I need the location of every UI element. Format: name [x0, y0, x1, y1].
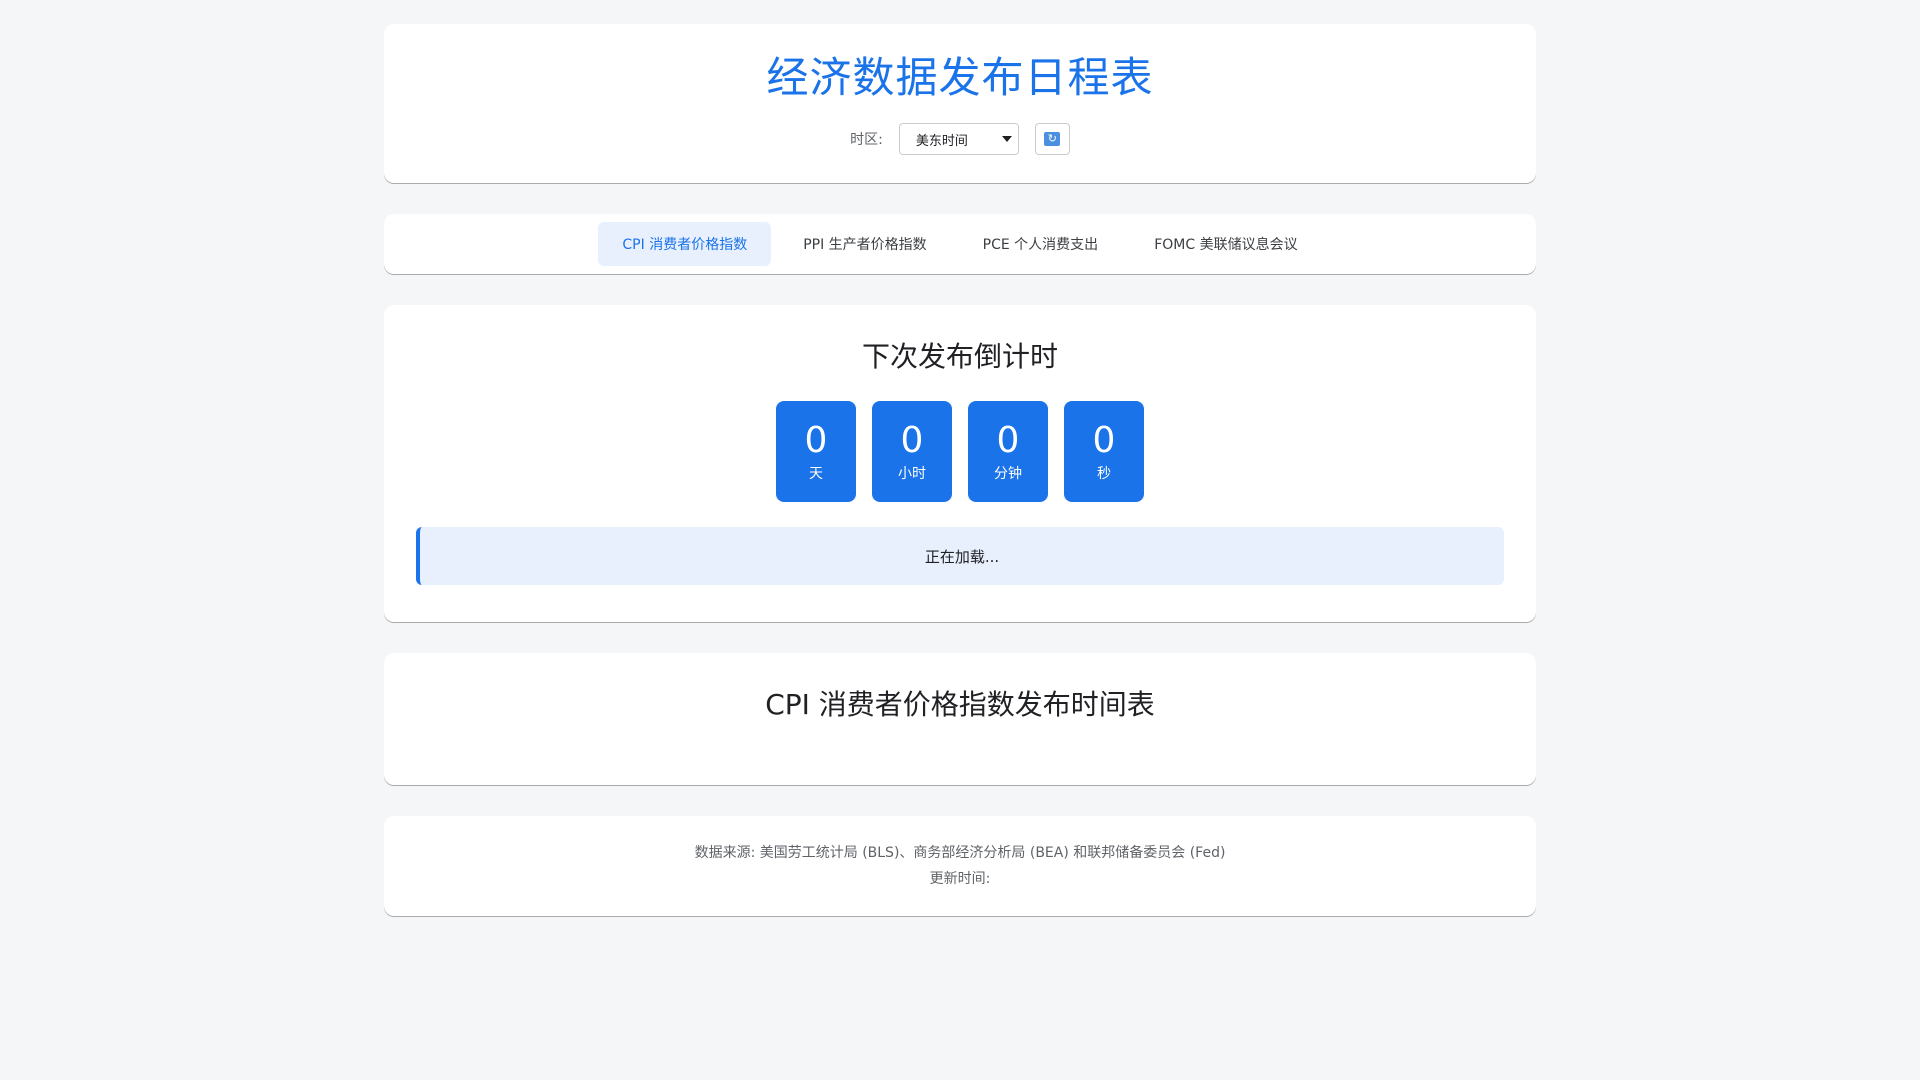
seconds-value: 0: [1092, 419, 1116, 461]
schedule-card: CPI 消费者价格指数发布时间表: [384, 653, 1536, 785]
footer-card: 数据来源: 美国劳工统计局 (BLS)、商务部经济分析局 (BEA) 和联邦储备…: [384, 816, 1536, 916]
minutes-value: 0: [996, 419, 1020, 461]
countdown-title: 下次发布倒计时: [861, 340, 1058, 373]
timezone-row: 时区: 美东时间 ↻: [384, 123, 1536, 155]
hours-value: 0: [900, 419, 924, 461]
tab-ppi[interactable]: PPI 生产者价格指数: [779, 222, 950, 266]
tab-fomc[interactable]: FOMC 美联储议息会议: [1130, 222, 1321, 266]
timezone-label: 时区:: [850, 132, 883, 148]
chevron-down-icon: [1001, 136, 1012, 142]
countdown-minutes: 0 分钟: [968, 401, 1048, 502]
page-title: 经济数据发布日程表: [766, 53, 1154, 102]
seconds-unit: 秒: [1097, 465, 1111, 482]
page-container: 经济数据发布日程表 时区: 美东时间 ↻ CPI 消费者价格指数 PPI 生产者…: [384, 0, 1536, 916]
updated-time-text: 更新时间:: [929, 871, 991, 887]
tab-cpi[interactable]: CPI 消费者价格指数: [598, 222, 772, 266]
countdown-days: 0 天: [776, 401, 856, 502]
loading-status: 正在加载...: [416, 527, 1504, 585]
header-card: 经济数据发布日程表 时区: 美东时间 ↻: [384, 24, 1536, 183]
timezone-selected-value: 美东时间: [915, 133, 968, 149]
tab-pce[interactable]: PCE 个人消费支出: [959, 222, 1123, 266]
refresh-icon: ↻: [1044, 132, 1061, 146]
schedule-title: CPI 消费者价格指数发布时间表: [765, 688, 1155, 721]
timezone-select[interactable]: 美东时间: [898, 123, 1019, 155]
countdown-hours: 0 小时: [872, 401, 952, 502]
refresh-button[interactable]: ↻: [1034, 123, 1070, 155]
minutes-unit: 分钟: [994, 465, 1022, 482]
countdown-boxes: 0 天 0 小时 0 分钟 0 秒: [384, 401, 1536, 502]
countdown-seconds: 0 秒: [1064, 401, 1144, 502]
countdown-card: 下次发布倒计时 0 天 0 小时 0 分钟 0 秒 正在加载...: [384, 305, 1536, 622]
hours-unit: 小时: [898, 465, 926, 482]
data-source-text: 数据来源: 美国劳工统计局 (BLS)、商务部经济分析局 (BEA) 和联邦储备…: [694, 845, 1226, 861]
days-unit: 天: [809, 465, 823, 482]
tab-bar: CPI 消费者价格指数 PPI 生产者价格指数 PCE 个人消费支出 FOMC …: [384, 214, 1536, 274]
days-value: 0: [804, 419, 828, 461]
